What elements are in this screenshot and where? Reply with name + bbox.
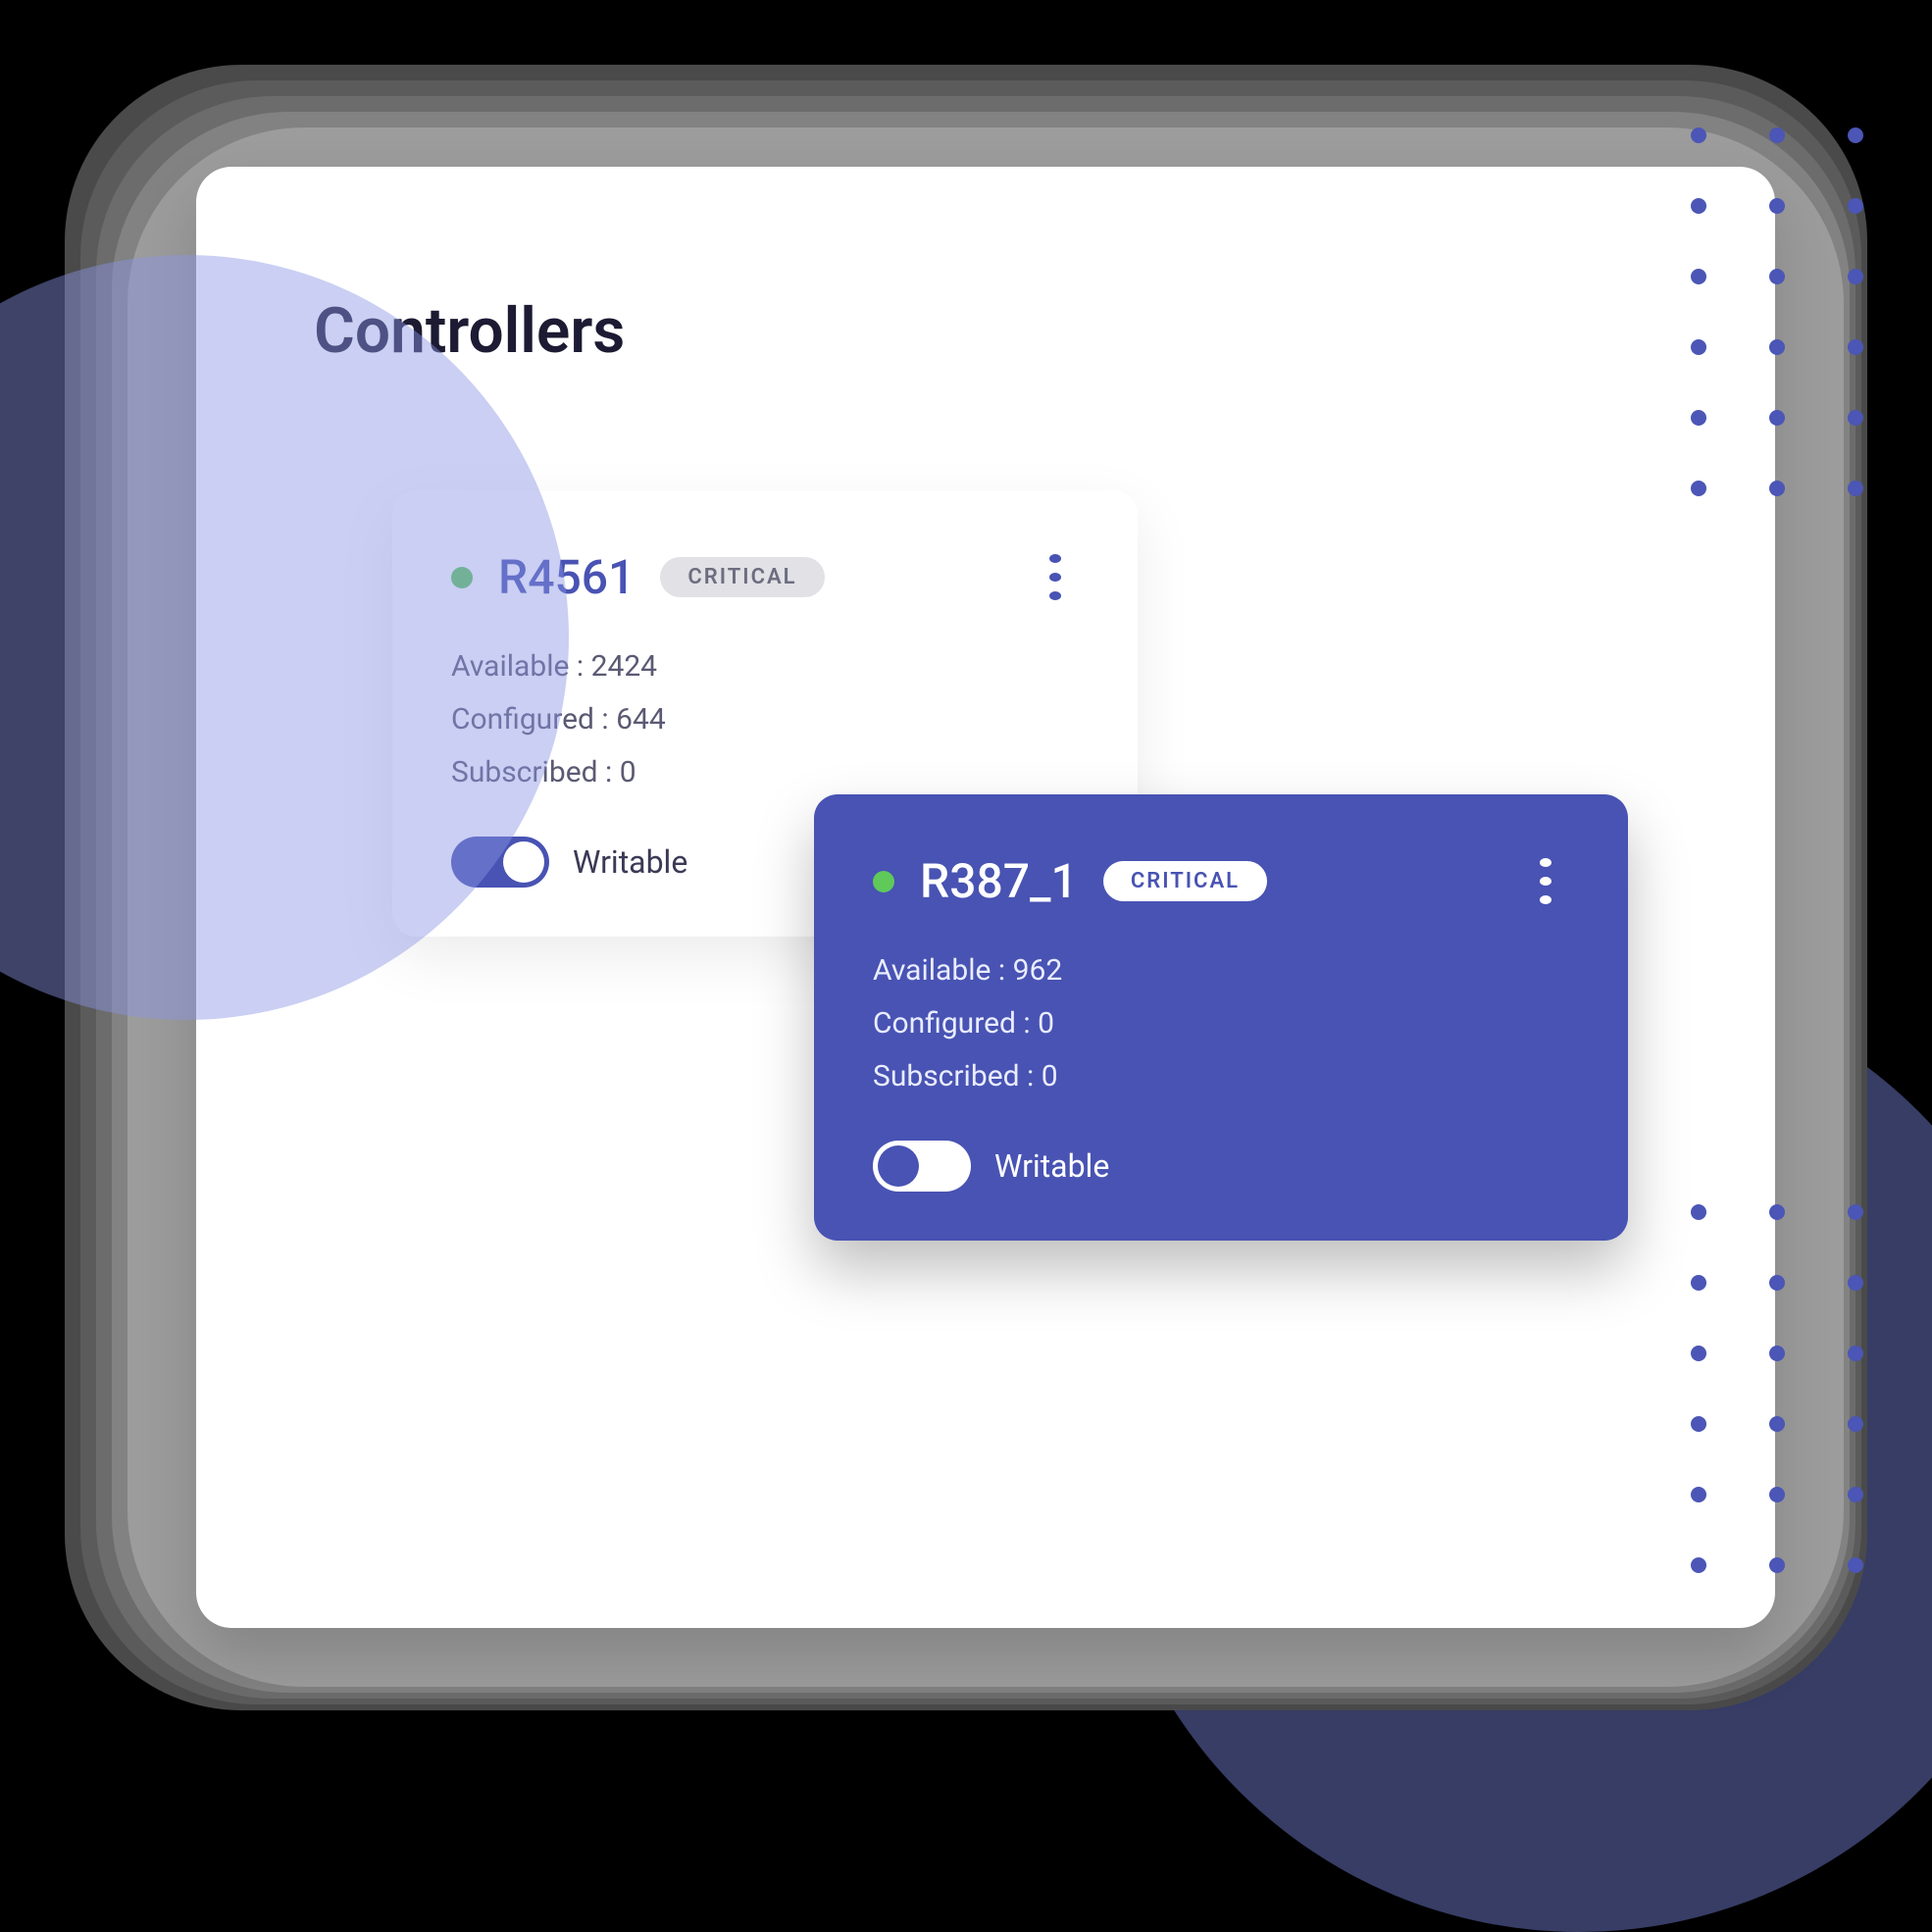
menu-kebab-icon[interactable] [1522,858,1569,905]
controller-stats: Available : 962 Configured : 0 Subscribe… [873,944,1569,1103]
controller-card-header: R387_1 CRITICAL [873,853,1569,909]
controller-card[interactable]: R387_1 CRITICAL Available : 962 Configur… [814,794,1628,1241]
menu-kebab-icon[interactable] [1032,554,1079,601]
stat-sep: : [594,702,616,737]
stat-value: 2424 [591,649,657,684]
stat-sep: : [1020,1059,1042,1093]
status-badge: CRITICAL [1103,861,1267,901]
writable-toggle[interactable] [873,1141,971,1192]
stat-value: 0 [1038,1006,1054,1041]
stat-label: Subscribed [873,1059,1020,1093]
page-title: Controllers [314,294,1657,368]
stat-configured: Configured : 0 [873,997,1569,1050]
stat-sep: : [991,953,1012,988]
decor-dot-grid [1632,127,1863,551]
status-badge: CRITICAL [660,557,824,597]
writable-toggle-row: Writable [873,1141,1569,1192]
writable-toggle-label: Writable [573,843,687,881]
stat-subscribed: Subscribed : 0 [873,1050,1569,1103]
controller-id: R387_1 [920,853,1078,909]
status-dot-icon [873,871,894,892]
stat-sep: : [1016,1006,1038,1041]
stat-sep: : [598,755,620,789]
stat-sep: : [569,649,590,684]
stat-label: Configured [873,1006,1016,1041]
stat-value: 962 [1013,953,1063,988]
writable-toggle-label: Writable [994,1147,1109,1185]
stat-value: 0 [620,755,636,789]
stat-value: 644 [616,702,666,737]
stat-label: Available [873,953,991,988]
stat-value: 0 [1042,1059,1058,1093]
decor-dot-grid [1632,1204,1863,1628]
stat-available: Available : 962 [873,944,1569,997]
